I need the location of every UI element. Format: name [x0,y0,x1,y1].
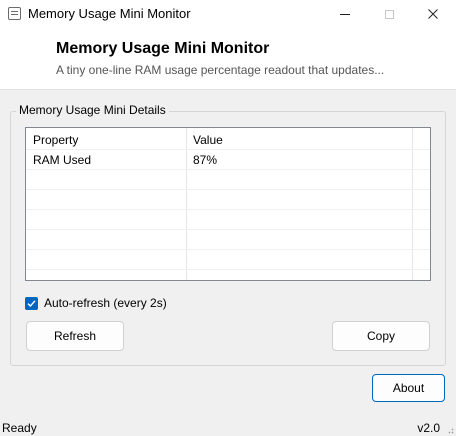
version-label: v2.0 [417,421,440,435]
table-row[interactable]: RAM Used 87% [26,151,430,170]
checkbox-checked-icon[interactable] [25,296,38,310]
minimize-icon [340,13,350,15]
details-group-label: Memory Usage Mini Details [16,103,169,117]
window-title: Memory Usage Mini Monitor [28,6,191,21]
row-property: RAM Used [33,153,92,167]
status-bar: Ready v2.0 [0,420,456,436]
close-icon [428,9,438,19]
app-window-icon [8,7,21,20]
column-header-value[interactable]: Value [186,131,223,150]
maximize-icon [384,9,394,19]
page-subtitle: A tiny one-line RAM usage percentage rea… [56,63,385,77]
status-text: Ready [2,421,37,435]
row-value: 87% [193,153,218,167]
details-listview[interactable]: Property Value RAM Used 87% [25,127,431,281]
auto-refresh-label[interactable]: Auto-refresh (every 2s) [44,296,167,310]
copy-button[interactable]: Copy [332,321,430,351]
title-bar: Memory Usage Mini Monitor [0,0,456,28]
header-banner: Memory Usage Mini Monitor A tiny one-lin… [0,28,456,90]
empty-row [26,171,430,190]
empty-row [26,211,430,230]
refresh-button[interactable]: Refresh [26,321,124,351]
about-button[interactable]: About [372,374,445,402]
empty-row [26,231,430,250]
minimize-button[interactable] [322,0,368,28]
page-title: Memory Usage Mini Monitor [56,40,270,57]
auto-refresh-checkbox[interactable]: Auto-refresh (every 2s) [25,295,167,311]
empty-row [26,251,430,270]
maximize-button[interactable] [366,0,412,28]
column-header-property[interactable]: Property [26,131,78,150]
empty-row [26,191,430,210]
listview-header-row: Property Value [26,131,430,150]
resize-grip-icon[interactable] [444,424,454,434]
close-button[interactable] [410,0,456,28]
